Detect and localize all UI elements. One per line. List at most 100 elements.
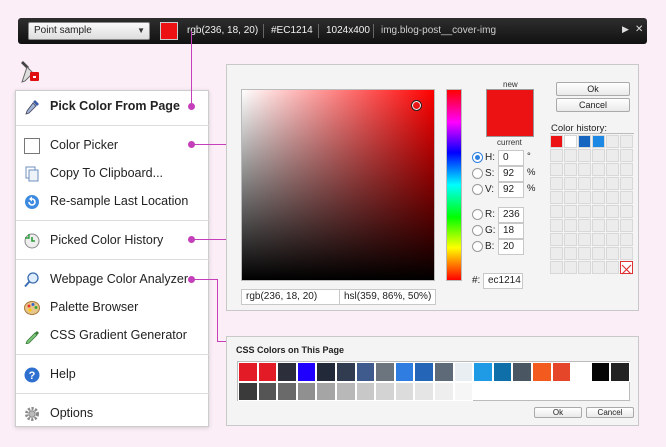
menu-item-webpage-analyzer[interactable]: Webpage Color Analyzer [16,268,210,292]
css-color-swatch[interactable] [394,381,415,402]
history-swatch[interactable] [550,191,563,204]
history-swatch[interactable] [592,247,605,260]
menu-item-pick-color[interactable]: Pick Color From Page [16,95,210,119]
saturation-input[interactable]: 92 [498,166,524,182]
hue-slider[interactable] [446,89,462,281]
css-color-swatch[interactable] [257,381,278,402]
cancel-button[interactable]: Cancel [586,407,634,418]
history-swatch[interactable] [620,149,633,162]
red-radio[interactable] [472,209,483,220]
cancel-button[interactable]: Cancel [556,98,630,112]
history-swatch[interactable] [578,135,591,148]
history-swatch[interactable] [592,135,605,148]
history-swatch[interactable] [550,261,563,274]
green-radio[interactable] [472,225,483,236]
css-color-swatch[interactable] [355,381,376,402]
css-color-swatch[interactable] [551,362,572,382]
history-swatch[interactable] [550,233,563,246]
value-radio[interactable] [472,184,483,195]
history-swatch[interactable] [592,261,605,274]
hex-input[interactable]: ec1214 [483,273,523,289]
blue-radio[interactable] [472,241,483,252]
history-swatch[interactable] [620,233,633,246]
blue-input[interactable]: 20 [498,239,524,255]
history-swatch[interactable] [550,149,563,162]
history-swatch[interactable] [606,247,619,260]
history-swatch[interactable] [578,247,591,260]
css-color-swatch[interactable] [277,362,297,382]
css-color-swatch[interactable] [375,381,395,402]
history-swatch[interactable] [592,149,605,162]
picked-color-swatch[interactable] [160,22,178,40]
css-color-swatch[interactable] [355,362,376,382]
history-swatch[interactable] [578,219,591,232]
history-swatch[interactable] [564,261,577,274]
history-swatch[interactable] [550,247,563,260]
history-swatch[interactable] [578,149,591,162]
history-swatch[interactable] [620,205,633,218]
history-swatch[interactable] [578,177,591,190]
saturation-radio[interactable] [472,168,483,179]
history-swatch[interactable] [606,149,619,162]
history-swatch[interactable] [564,233,577,246]
menu-item-gradient-generator[interactable]: CSS Gradient Generator [16,324,210,348]
green-input[interactable]: 18 [498,223,524,239]
menu-item-palette-browser[interactable]: Palette Browser [16,296,210,320]
eyedropper-extension-icon[interactable] [16,60,44,86]
css-color-swatch[interactable] [277,381,297,402]
history-swatch[interactable] [550,135,563,148]
css-color-swatch[interactable] [238,381,258,402]
history-swatch[interactable] [620,177,633,190]
history-swatch[interactable] [592,219,605,232]
hue-input[interactable]: 0 [498,150,524,166]
css-color-swatch[interactable] [492,362,513,382]
history-swatch[interactable] [550,177,563,190]
menu-item-resample[interactable]: Re-sample Last Location [16,190,210,214]
css-color-swatch[interactable] [316,362,336,382]
history-swatch[interactable] [606,233,619,246]
history-swatch[interactable] [550,205,563,218]
history-swatch[interactable] [578,233,591,246]
css-color-swatch[interactable] [375,362,395,382]
history-swatch[interactable] [592,205,605,218]
clear-history-icon[interactable] [620,261,633,275]
ok-button[interactable]: Ok [534,407,582,418]
history-swatch[interactable] [564,247,577,260]
history-swatch[interactable] [550,163,563,176]
menu-item-options[interactable]: Options [16,402,210,426]
rgb-readout-field[interactable]: rgb(236, 18, 20) [241,289,341,305]
history-swatch[interactable] [620,247,633,260]
history-swatch[interactable] [620,219,633,232]
red-input[interactable]: 236 [498,207,524,223]
css-color-swatch[interactable] [316,381,336,402]
css-color-swatch[interactable] [434,362,454,382]
rgb-readout[interactable]: rgb(236, 18, 20) [187,25,258,36]
history-swatch[interactable] [564,205,577,218]
css-color-swatch[interactable] [453,362,474,382]
history-swatch[interactable] [564,191,577,204]
history-swatch[interactable] [606,205,619,218]
saturation-value-field[interactable] [241,89,435,281]
history-swatch[interactable] [550,219,563,232]
history-swatch[interactable] [606,163,619,176]
css-color-swatch[interactable] [394,362,415,382]
css-color-swatch[interactable] [238,362,258,382]
history-swatch[interactable] [606,135,619,148]
history-swatch[interactable] [592,163,605,176]
history-swatch[interactable] [564,219,577,232]
css-color-swatch[interactable] [532,362,552,382]
menu-item-help[interactable]: ? Help [16,363,210,387]
css-color-swatch[interactable] [414,362,434,382]
css-color-swatch[interactable] [296,362,317,382]
menu-item-copy-clipboard[interactable]: Copy To Clipboard... [16,162,210,186]
history-swatch[interactable] [564,163,577,176]
history-swatch[interactable] [578,163,591,176]
css-color-swatch[interactable] [453,381,474,402]
css-color-swatch[interactable] [336,362,356,382]
css-color-swatch[interactable] [590,362,611,382]
history-swatch[interactable] [592,191,605,204]
css-color-swatch[interactable] [473,362,493,382]
menu-item-color-history[interactable]: Picked Color History [16,229,210,253]
css-color-swatch[interactable] [512,362,532,382]
css-color-swatch[interactable] [257,362,278,382]
